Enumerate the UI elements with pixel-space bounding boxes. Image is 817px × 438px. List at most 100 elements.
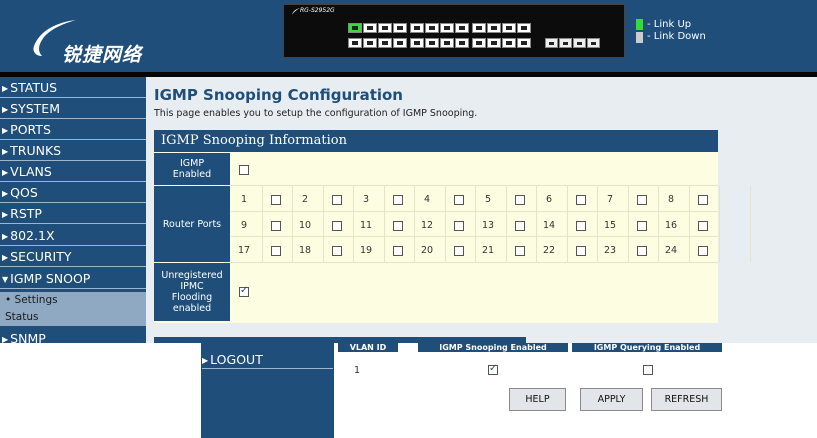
apply-button[interactable]: APPLY [580,388,643,411]
router-port-number: 6 [545,194,553,205]
sidebar-item-label: SNMP [10,332,46,343]
sidebar-item-security[interactable]: ▶ SECURITY [0,247,146,267]
sidebar-item-label: VLANS [10,164,52,179]
router-port-checkbox[interactable] [332,221,342,231]
link-up-indicator-icon [636,19,643,30]
logo-text: 锐捷网络 [62,44,143,66]
router-port-checkbox[interactable] [271,221,281,231]
sidebar-subitem-settings[interactable]: • Settings [0,292,146,309]
sidebar-item-snmp[interactable]: ▶ SNMP [0,332,146,343]
sidebar-item-system[interactable]: ▶ SYSTEM [0,99,146,119]
grid-divider [231,236,718,237]
router-port-checkbox[interactable] [515,195,525,205]
page-description: This page enables you to setup the confi… [154,108,478,119]
router-port-checkbox[interactable] [454,221,464,231]
router-port-checkbox[interactable] [332,246,342,256]
status-snooping-checkbox[interactable] [488,363,498,375]
router-port-checkbox[interactable] [698,195,708,205]
router-port-number: 13 [481,220,495,231]
triangle-right-icon: ▶ [2,105,9,114]
router-port-number: 12 [420,220,434,231]
router-port-checkbox[interactable] [454,195,464,205]
switch-port-icon [425,23,439,33]
sidebar-item-logout[interactable]: ▶ LOGOUT [202,352,333,369]
triangle-right-icon: ▶ [2,147,9,156]
sidebar-item-igmp-snoop[interactable]: ▼ IGMP SNOOP [0,269,146,289]
switch-port-icon [378,38,392,48]
router-port-checkbox[interactable] [576,221,586,231]
switch-port-icon [363,38,377,48]
switch-port-icon [472,23,486,33]
router-port-checkbox[interactable] [515,246,525,256]
triangle-right-icon: ▶ [2,189,9,198]
grid-divider [536,186,537,262]
section-header: IGMP Snooping Information [154,130,718,152]
sidebar-item-ports[interactable]: ▶ PORTS [0,120,146,140]
router-port-checkbox[interactable] [271,195,281,205]
sidebar-item-802-1x[interactable]: ▶ 802.1X [0,226,146,246]
router-port-number: 10 [298,220,312,231]
sidebar-item-status[interactable]: ▶ STATUS [0,78,146,98]
grid-divider [262,186,263,262]
grid-divider [475,186,476,262]
switch-port-icon [487,23,501,33]
router-port-checkbox[interactable] [393,246,403,256]
router-port-number: 23 [603,245,617,256]
router-port-number: 24 [664,245,678,256]
router-port-checkbox[interactable] [454,246,464,256]
link-up-label: - Link Up [647,19,692,30]
router-port-checkbox[interactable] [332,195,342,205]
router-port-checkbox[interactable] [393,221,403,231]
grid-divider [231,185,718,186]
router-port-number: 18 [298,245,312,256]
router-port-number: 21 [481,245,495,256]
status-querying-checkbox[interactable] [643,365,653,375]
igmp-enabled-label: IGMP Enabled [154,153,230,185]
sidebar-item-label: IGMP SNOOP [10,271,91,286]
grid-divider [353,186,354,262]
triangle-right-icon: ▶ [2,84,9,93]
router-port-checkbox[interactable] [698,221,708,231]
router-port-number: 7 [606,194,614,205]
sidebar-item-label: SYSTEM [10,101,60,116]
refresh-button[interactable]: REFRESH [651,388,722,411]
router-port-number: 19 [359,245,373,256]
router-port-number: 2 [301,194,309,205]
grid-divider [414,186,415,262]
router-port-checkbox[interactable] [393,195,403,205]
unregistered-flooding-checkbox[interactable] [239,285,249,297]
igmp-enabled-checkbox[interactable] [239,165,249,175]
sfp-port-icon [573,38,586,48]
triangle-right-icon: ▶ [2,126,9,135]
help-button[interactable]: HELP [509,388,566,411]
router-port-number: 8 [667,194,675,205]
switch-port-icon [425,38,439,48]
status-header-vlan: VLAN ID [338,343,398,352]
router-port-checkbox[interactable] [271,246,281,256]
switch-port-icon [410,38,424,48]
sidebar-item-qos[interactable]: ▶ QOS [0,183,146,203]
grid-divider [506,186,507,262]
router-port-number: 11 [359,220,373,231]
switch-port-icon [393,23,407,33]
sidebar-item-label: RSTP [10,206,42,221]
triangle-right-icon: ▶ [2,232,9,241]
router-port-checkbox[interactable] [515,221,525,231]
sidebar-item-label: QOS [10,185,38,200]
router-port-checkbox[interactable] [576,246,586,256]
sidebar-item-trunks[interactable]: ▶ TRUNKS [0,141,146,161]
grid-divider [231,211,718,212]
sidebar-item-vlans[interactable]: ▶ VLANS [0,162,146,182]
switch-port-icon [472,38,486,48]
sfp-port-icon [545,38,558,48]
router-port-checkbox[interactable] [576,195,586,205]
sidebar-subitem-status[interactable]: Status [0,309,146,326]
switch-port-icon [363,23,377,33]
sidebar-item-rstp[interactable]: ▶ RSTP [0,204,146,224]
router-port-checkbox[interactable] [698,246,708,256]
grid-divider [628,186,629,262]
router-port-checkbox[interactable] [637,221,647,231]
switch-front-panel: RG-S2952G [283,4,625,58]
router-port-checkbox[interactable] [637,246,647,256]
router-port-checkbox[interactable] [637,195,647,205]
